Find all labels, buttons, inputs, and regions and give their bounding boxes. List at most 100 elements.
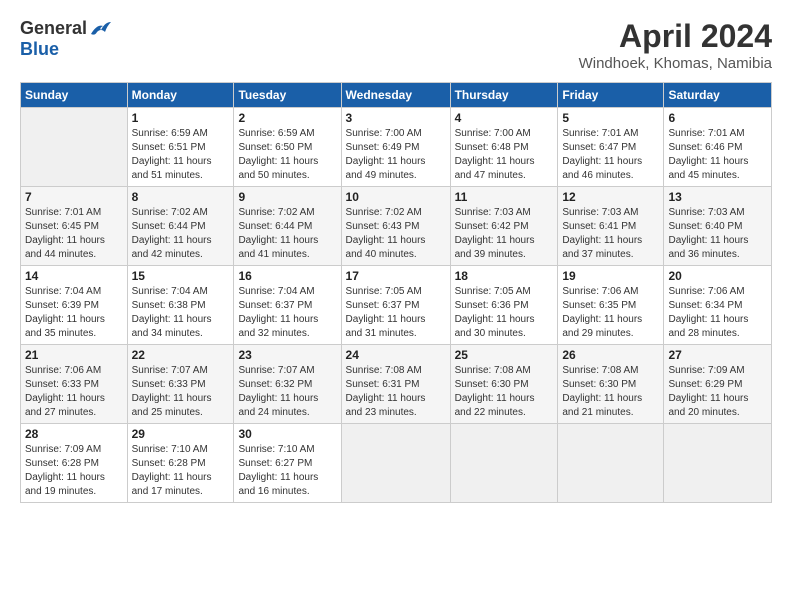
calendar-cell: 30Sunrise: 7:10 AMSunset: 6:27 PMDayligh… (234, 424, 341, 503)
day-info: Sunrise: 7:06 AMSunset: 6:35 PMDaylight:… (562, 285, 659, 341)
day-info: Sunrise: 7:02 AMSunset: 6:44 PMDaylight:… (238, 206, 336, 262)
day-info: Sunrise: 7:09 AMSunset: 6:29 PMDaylight:… (668, 364, 767, 420)
day-number: 5 (562, 111, 659, 125)
day-info: Sunrise: 7:05 AMSunset: 6:37 PMDaylight:… (346, 285, 446, 341)
header: General Blue April 2024 Windhoek, Khomas… (20, 18, 772, 72)
calendar-cell: 21 Sunrise: 7:06 AMSunset: 6:33 PMDayligh… (21, 345, 128, 424)
day-info: Sunrise: 6:59 AMSunset: 6:51 PMDaylight:… (132, 127, 230, 183)
calendar-cell: 4 Sunrise: 7:00 AMSunset: 6:48 PMDaylight… (450, 108, 558, 187)
col-thursday: Thursday (450, 83, 558, 108)
day-number: 6 (668, 111, 767, 125)
calendar-week-row: 1 Sunrise: 6:59 AMSunset: 6:51 PMDaylight… (21, 108, 772, 187)
calendar-cell: 11Sunrise: 7:03 AMSunset: 6:42 PMDayligh… (450, 187, 558, 266)
day-number: 15 (132, 269, 230, 283)
calendar-cell (558, 424, 664, 503)
calendar-cell: 5 Sunrise: 7:01 AMSunset: 6:47 PMDaylight… (558, 108, 664, 187)
day-info: Sunrise: 7:00 AMSunset: 6:48 PMDaylight:… (455, 127, 554, 183)
day-info: Sunrise: 7:05 AMSunset: 6:36 PMDaylight:… (455, 285, 554, 341)
calendar-cell: 1 Sunrise: 6:59 AMSunset: 6:51 PMDaylight… (127, 108, 234, 187)
day-info: Sunrise: 7:00 AMSunset: 6:49 PMDaylight:… (346, 127, 446, 183)
day-number: 25 (455, 348, 554, 362)
calendar-cell: 8Sunrise: 7:02 AMSunset: 6:44 PMDaylight… (127, 187, 234, 266)
day-info: Sunrise: 7:03 AMSunset: 6:41 PMDaylight:… (562, 206, 659, 262)
day-number: 7 (25, 190, 123, 204)
calendar-title: April 2024 (579, 18, 772, 55)
col-saturday: Saturday (664, 83, 772, 108)
calendar-cell: 15Sunrise: 7:04 AMSunset: 6:38 PMDayligh… (127, 266, 234, 345)
day-info: Sunrise: 7:08 AMSunset: 6:31 PMDaylight:… (346, 364, 446, 420)
day-number: 8 (132, 190, 230, 204)
day-number: 28 (25, 427, 123, 441)
day-number: 14 (25, 269, 123, 283)
day-info: Sunrise: 7:08 AMSunset: 6:30 PMDaylight:… (562, 364, 659, 420)
calendar-cell: 16 Sunrise: 7:04 AMSunset: 6:37 PMDayligh… (234, 266, 341, 345)
day-info: Sunrise: 7:01 AMSunset: 6:45 PMDaylight:… (25, 206, 123, 262)
day-number: 19 (562, 269, 659, 283)
calendar-week-row: 7 Sunrise: 7:01 AMSunset: 6:45 PMDaylight… (21, 187, 772, 266)
day-number: 1 (132, 111, 230, 125)
day-info: Sunrise: 6:59 AMSunset: 6:50 PMDaylight:… (238, 127, 336, 183)
calendar-cell: 17 Sunrise: 7:05 AMSunset: 6:37 PMDayligh… (341, 266, 450, 345)
day-info: Sunrise: 7:01 AMSunset: 6:47 PMDaylight:… (562, 127, 659, 183)
calendar-cell: 6Sunrise: 7:01 AMSunset: 6:46 PMDaylight… (664, 108, 772, 187)
title-block: April 2024 Windhoek, Khomas, Namibia (579, 18, 772, 72)
calendar-cell: 2 Sunrise: 6:59 AMSunset: 6:50 PMDaylight… (234, 108, 341, 187)
day-info: Sunrise: 7:06 AMSunset: 6:34 PMDaylight:… (668, 285, 767, 341)
calendar-cell: 9 Sunrise: 7:02 AMSunset: 6:44 PMDaylight… (234, 187, 341, 266)
day-number: 4 (455, 111, 554, 125)
calendar-cell (450, 424, 558, 503)
day-info: Sunrise: 7:09 AMSunset: 6:28 PMDaylight:… (25, 443, 123, 499)
logo-blue-text: Blue (20, 39, 59, 60)
calendar-cell: 14 Sunrise: 7:04 AMSunset: 6:39 PMDayligh… (21, 266, 128, 345)
col-sunday: Sunday (21, 83, 128, 108)
calendar-cell: 23 Sunrise: 7:07 AMSunset: 6:32 PMDayligh… (234, 345, 341, 424)
calendar-header-row: Sunday Monday Tuesday Wednesday Thursday… (21, 83, 772, 108)
calendar-cell: 12Sunrise: 7:03 AMSunset: 6:41 PMDayligh… (558, 187, 664, 266)
col-monday: Monday (127, 83, 234, 108)
col-tuesday: Tuesday (234, 83, 341, 108)
day-number: 17 (346, 269, 446, 283)
calendar-cell (664, 424, 772, 503)
calendar-cell: 26 Sunrise: 7:08 AMSunset: 6:30 PMDayligh… (558, 345, 664, 424)
day-info: Sunrise: 7:04 AMSunset: 6:37 PMDaylight:… (238, 285, 336, 341)
day-info: Sunrise: 7:03 AMSunset: 6:40 PMDaylight:… (668, 206, 767, 262)
day-info: Sunrise: 7:10 AMSunset: 6:28 PMDaylight:… (132, 443, 230, 499)
calendar-cell: 25 Sunrise: 7:08 AMSunset: 6:30 PMDayligh… (450, 345, 558, 424)
day-number: 29 (132, 427, 230, 441)
calendar-subtitle: Windhoek, Khomas, Namibia (579, 55, 772, 72)
col-wednesday: Wednesday (341, 83, 450, 108)
calendar-week-row: 21 Sunrise: 7:06 AMSunset: 6:33 PMDayligh… (21, 345, 772, 424)
calendar-cell: 7 Sunrise: 7:01 AMSunset: 6:45 PMDaylight… (21, 187, 128, 266)
calendar-week-row: 14 Sunrise: 7:04 AMSunset: 6:39 PMDayligh… (21, 266, 772, 345)
calendar-cell: 10Sunrise: 7:02 AMSunset: 6:43 PMDayligh… (341, 187, 450, 266)
day-number: 30 (238, 427, 336, 441)
day-number: 11 (455, 190, 554, 204)
day-number: 26 (562, 348, 659, 362)
logo: General Blue (20, 18, 111, 60)
calendar-cell: 22Sunrise: 7:07 AMSunset: 6:33 PMDayligh… (127, 345, 234, 424)
day-number: 2 (238, 111, 336, 125)
calendar-cell (341, 424, 450, 503)
day-number: 13 (668, 190, 767, 204)
day-number: 18 (455, 269, 554, 283)
day-info: Sunrise: 7:04 AMSunset: 6:39 PMDaylight:… (25, 285, 123, 341)
day-info: Sunrise: 7:08 AMSunset: 6:30 PMDaylight:… (455, 364, 554, 420)
calendar-cell: 13 Sunrise: 7:03 AMSunset: 6:40 PMDayligh… (664, 187, 772, 266)
logo-bird-icon (89, 20, 111, 38)
calendar-cell: 19 Sunrise: 7:06 AMSunset: 6:35 PMDayligh… (558, 266, 664, 345)
calendar-cell: 18 Sunrise: 7:05 AMSunset: 6:36 PMDayligh… (450, 266, 558, 345)
day-number: 23 (238, 348, 336, 362)
calendar-cell: 28 Sunrise: 7:09 AMSunset: 6:28 PMDayligh… (21, 424, 128, 503)
day-number: 24 (346, 348, 446, 362)
calendar-cell: 29 Sunrise: 7:10 AMSunset: 6:28 PMDayligh… (127, 424, 234, 503)
day-number: 21 (25, 348, 123, 362)
calendar-cell: 3 Sunrise: 7:00 AMSunset: 6:49 PMDaylight… (341, 108, 450, 187)
day-info: Sunrise: 7:07 AMSunset: 6:33 PMDaylight:… (132, 364, 230, 420)
day-number: 16 (238, 269, 336, 283)
day-number: 9 (238, 190, 336, 204)
calendar-cell (21, 108, 128, 187)
day-number: 3 (346, 111, 446, 125)
day-number: 27 (668, 348, 767, 362)
day-info: Sunrise: 7:07 AMSunset: 6:32 PMDaylight:… (238, 364, 336, 420)
day-info: Sunrise: 7:06 AMSunset: 6:33 PMDaylight:… (25, 364, 123, 420)
